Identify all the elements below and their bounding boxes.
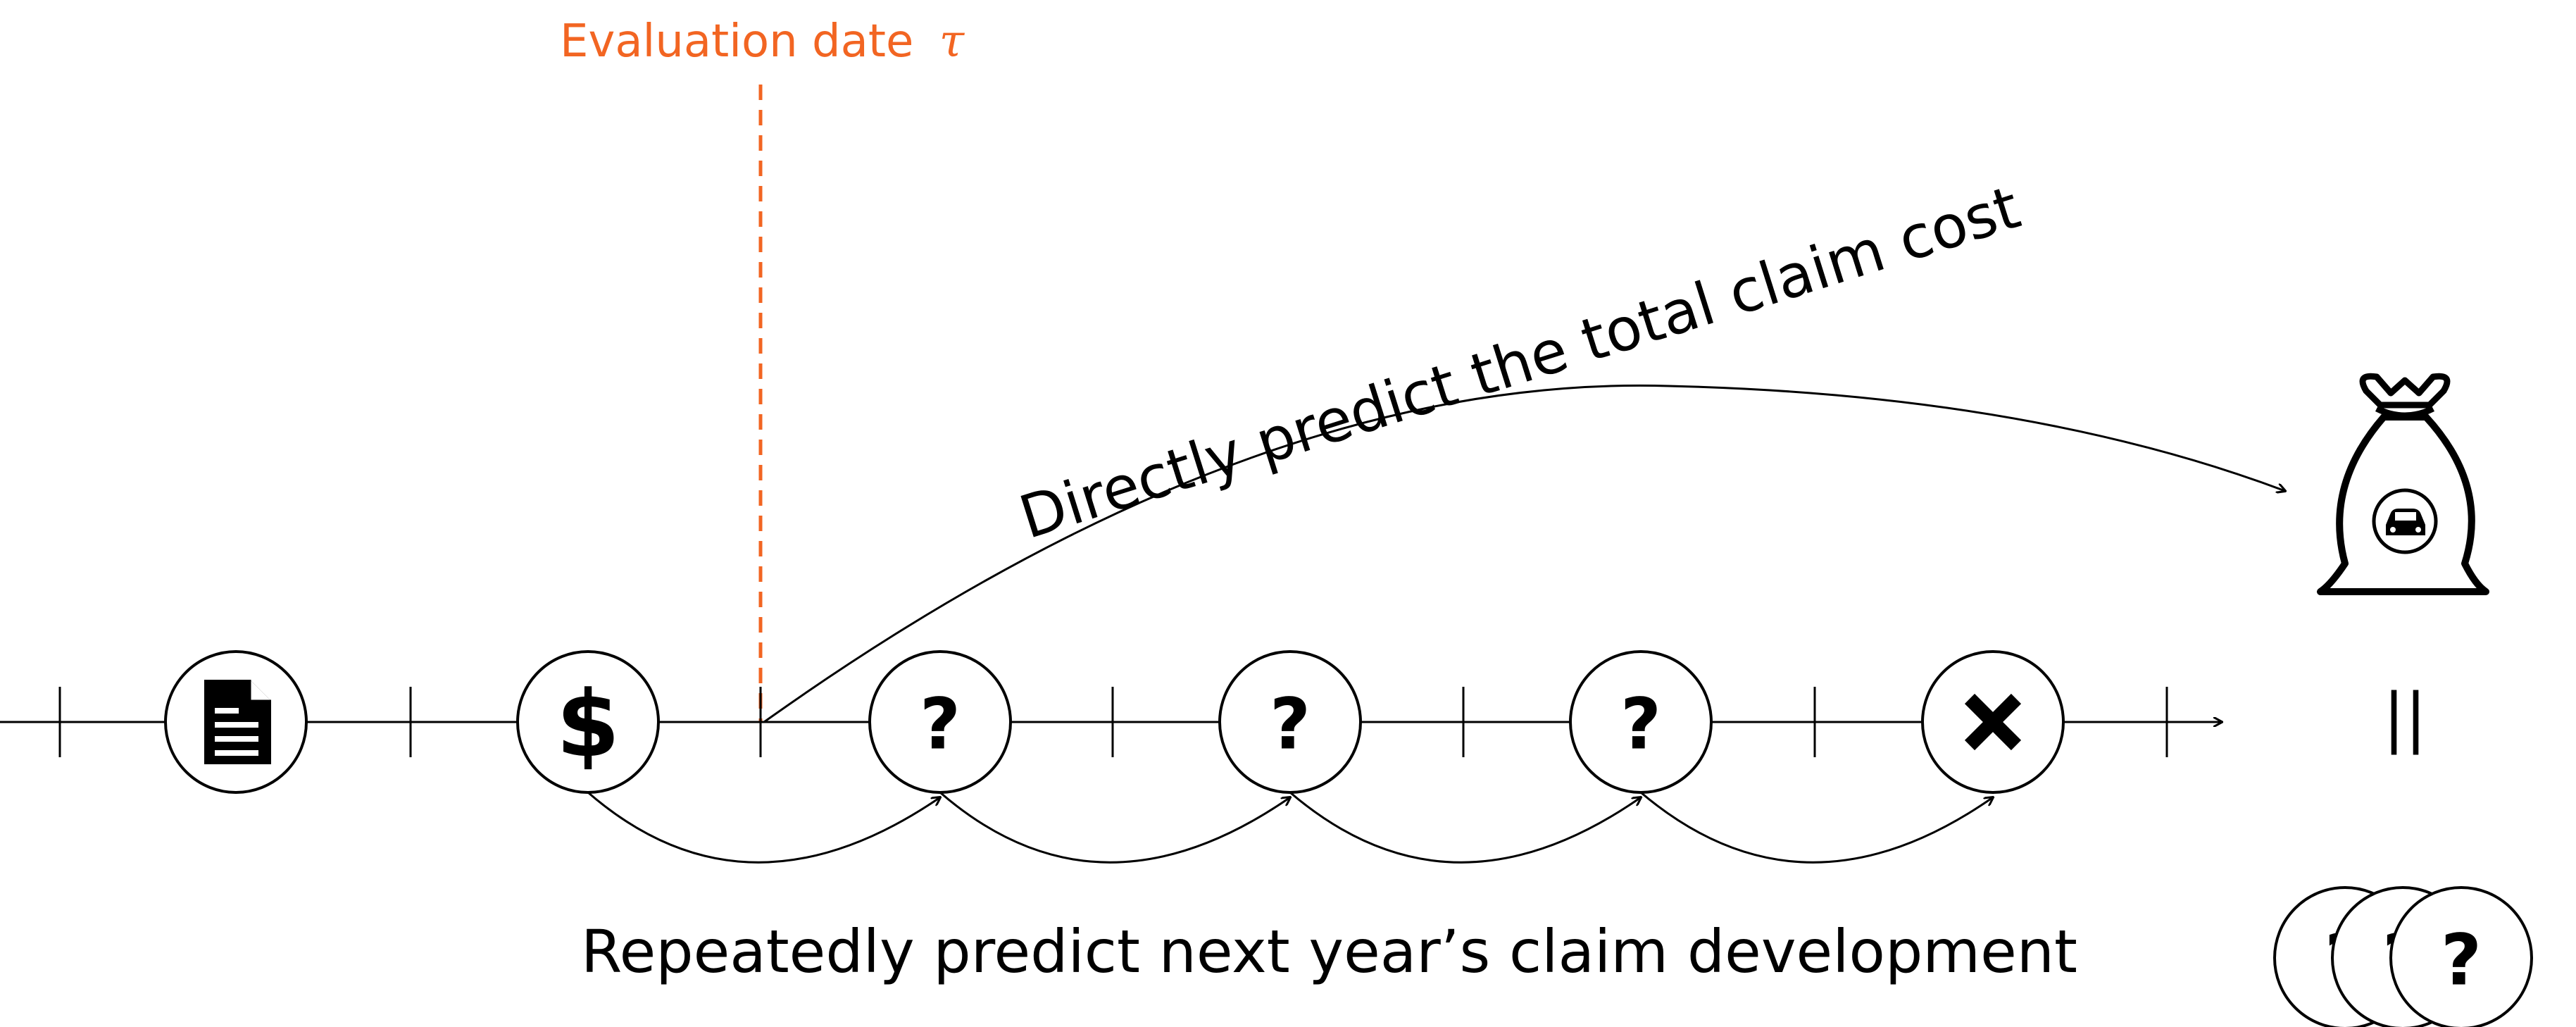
question-icon: ? — [1620, 683, 1661, 766]
repeated-arrow — [1640, 791, 1993, 864]
dollar-icon: $ — [556, 671, 620, 778]
direct-prediction-arrow — [763, 384, 2285, 723]
claim-development-diagram: Evaluation date τ Directly predict the t… — [0, 15, 2533, 1027]
timeline-node-question: ? — [1218, 650, 1362, 794]
money-bag-icon — [2317, 373, 2489, 595]
timeline-node-question: ? — [1569, 650, 1713, 794]
timeline-node-question: ? — [868, 650, 1012, 794]
timeline-node-dollar: $ — [516, 650, 660, 794]
question-coin-stack: ? ? ? — [2273, 886, 2533, 1027]
timeline-node-closed — [1921, 650, 2065, 794]
repeated-arrow — [587, 791, 940, 864]
direct-prediction-label: Directly predict the total claim cost — [1012, 173, 2028, 552]
evaluation-date-label: Evaluation date τ — [560, 15, 965, 68]
repeated-arrow — [1289, 791, 1641, 864]
repeated-prediction-label: Repeatedly predict next year’s claim dev… — [581, 917, 2077, 986]
car-icon — [2372, 488, 2438, 554]
document-icon — [204, 680, 271, 764]
equals-symbol: || — [2383, 680, 2427, 755]
repeated-prediction-arrows — [587, 791, 1993, 864]
timeline-node-document — [164, 650, 308, 794]
question-icon: ? — [1270, 683, 1311, 766]
repeated-arrow — [939, 791, 1290, 864]
question-icon: ? — [2441, 919, 2482, 1002]
question-icon: ? — [920, 683, 961, 766]
